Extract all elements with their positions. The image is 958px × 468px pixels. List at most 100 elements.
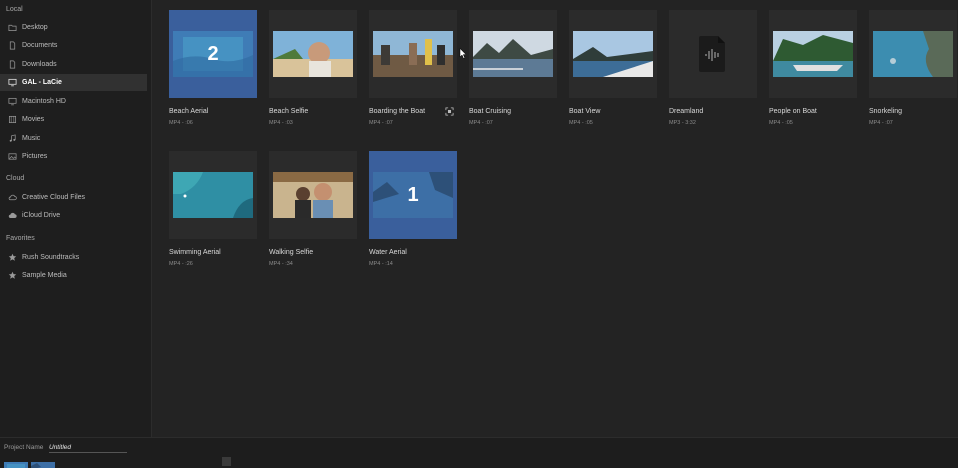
media-tile-boat-view[interactable]: Boat View MP4 - :05 [552, 0, 657, 130]
thumbnail-frame [369, 10, 457, 98]
monitor-icon [8, 97, 17, 106]
thumbnail-frame [869, 10, 957, 98]
sidebar-item-label: Movies [22, 116, 45, 123]
project-name-input[interactable] [49, 442, 127, 453]
media-tile-boarding-the-boat[interactable]: Boarding the Boat MP4 - :07 [352, 0, 457, 130]
project-bar: Project Name [0, 437, 958, 468]
sidebar-item-movies[interactable]: Movies [0, 111, 147, 128]
media-meta: MP4 - :26 [169, 261, 193, 267]
sidebar-item-label: iCloud Drive [22, 212, 61, 219]
media-tile-boat-cruising[interactable]: Boat Cruising MP4 - :07 [452, 0, 557, 130]
star-icon [8, 253, 17, 262]
media-name: Walking Selfie [269, 249, 314, 256]
sidebar-item-rush-soundtracks[interactable]: Rush Soundtracks [0, 249, 147, 266]
sidebar-item-label: GAL - LaCie [22, 79, 62, 86]
sidebar-item-macintosh-hd[interactable]: Macintosh HD [0, 93, 147, 110]
sidebar-item-creative-cloud-files[interactable]: Creative Cloud Files [0, 189, 147, 206]
selected-clip-thumbnail[interactable] [31, 459, 55, 468]
media-tile-beach-aerial[interactable]: 2 Beach Aerial MP4 - :06 [152, 0, 257, 130]
media-tile-beach-selfie[interactable]: Beach Selfie MP4 - :03 [252, 0, 357, 130]
music-icon [8, 134, 17, 143]
scroll-handle[interactable] [222, 457, 231, 466]
sidebar-item-icloud-drive[interactable]: iCloud Drive [0, 207, 147, 224]
star-icon [8, 271, 17, 280]
thumbnail [873, 31, 953, 77]
sidebar-item-gal-lacie[interactable]: GAL - LaCie [0, 74, 147, 91]
media-name: Beach Aerial [169, 108, 209, 115]
media-tile-walking-selfie[interactable]: Walking Selfie MP4 - :34 [252, 141, 357, 271]
media-meta: MP3 - 3:32 [669, 120, 696, 126]
thumbnail [473, 31, 553, 77]
media-meta: MP4 - :34 [269, 261, 293, 267]
sidebar-item-label: Desktop [22, 24, 48, 31]
sidebar-item-desktop[interactable]: Desktop [0, 19, 147, 36]
sidebar-item-label: Music [22, 135, 41, 142]
media-tile-dreamland[interactable]: Dreamland MP3 - 3:32 [652, 0, 757, 130]
sidebar-item-music[interactable]: Music [0, 130, 147, 147]
thumbnail: 1 [373, 172, 453, 218]
thumbnail-frame [569, 10, 657, 98]
thumbnail-frame: 2 [169, 10, 257, 98]
thumbnail: 2 [173, 31, 253, 77]
sidebar-item-label: Pictures [22, 153, 48, 160]
media-tile-swimming-aerial[interactable]: Swimming Aerial MP4 - :26 [152, 141, 257, 271]
media-meta: MP4 - :05 [569, 120, 593, 126]
media-name: Water Aerial [369, 249, 407, 256]
favorites-section-label: Favorites [6, 235, 35, 242]
document-icon [8, 60, 17, 69]
document-icon [8, 41, 17, 50]
sidebar-item-label: Sample Media [22, 272, 67, 279]
media-meta: MP4 - :07 [469, 120, 493, 126]
sidebar-item-pictures[interactable]: Pictures [0, 148, 147, 165]
media-meta: MP4 - :07 [869, 120, 893, 126]
thumbnail-frame [769, 10, 857, 98]
monitor-icon [8, 78, 17, 87]
cloud-section-label: Cloud [6, 175, 25, 182]
mouse-cursor-icon [459, 48, 467, 59]
selection-order-badge: 1 [407, 183, 419, 206]
selection-order-badge: 2 [207, 42, 219, 65]
thumbnail [773, 31, 853, 77]
media-meta: MP4 - :14 [369, 261, 393, 267]
thumbnail [273, 31, 353, 77]
thumbnail-frame [669, 10, 757, 98]
folder-icon [8, 23, 17, 32]
thumbnail [573, 31, 653, 77]
media-tile-snorkeling[interactable]: Snorkeling MP4 - :07 [852, 0, 957, 130]
media-tile-water-aerial[interactable]: 1 Water Aerial MP4 - :14 [352, 141, 457, 271]
thumbnail-frame [269, 151, 357, 239]
sidebar-item-label: Downloads [22, 61, 57, 68]
media-meta: MP4 - :07 [369, 120, 393, 126]
thumbnail-frame [469, 10, 557, 98]
film-icon [8, 115, 17, 124]
sidebar-item-downloads[interactable]: Downloads [0, 56, 147, 73]
location-sidebar: Local Desktop Documents Downloads GAL - … [0, 0, 152, 437]
audio-file-icon [699, 36, 725, 72]
media-name: Boat Cruising [469, 108, 512, 115]
local-section-label: Local [6, 6, 23, 13]
media-name: Boarding the Boat [369, 108, 426, 115]
thumbnail-frame [269, 10, 357, 98]
media-meta: MP4 - :03 [269, 120, 293, 126]
sidebar-item-sample-media[interactable]: Sample Media [0, 267, 147, 284]
sidebar-item-label: Documents [22, 42, 58, 49]
media-name: Beach Selfie [269, 108, 309, 115]
sidebar-item-label: Creative Cloud Files [22, 194, 86, 201]
media-name: Swimming Aerial [169, 249, 221, 256]
thumbnail-frame: 1 [369, 151, 457, 239]
thumbnail-frame [169, 151, 257, 239]
rush-import-screen: Local Desktop Documents Downloads GAL - … [0, 0, 958, 468]
project-name-label: Project Name [4, 444, 44, 451]
cloud-icon [8, 193, 17, 202]
sidebar-item-label: Macintosh HD [22, 98, 66, 105]
thumbnail [373, 31, 453, 77]
selected-clip-thumbnail[interactable] [4, 459, 28, 468]
sidebar-item-label: Rush Soundtracks [22, 254, 80, 261]
thumbnail [173, 172, 253, 218]
sidebar-item-documents[interactable]: Documents [0, 37, 147, 54]
cloud-icon [8, 211, 17, 220]
media-tile-people-on-boat[interactable]: People on Boat MP4 - :05 [752, 0, 857, 130]
thumbnail [273, 172, 353, 218]
media-name: People on Boat [769, 108, 817, 115]
media-grid: 2 Beach Aerial MP4 - :06 Beach Selfie MP… [152, 0, 958, 437]
